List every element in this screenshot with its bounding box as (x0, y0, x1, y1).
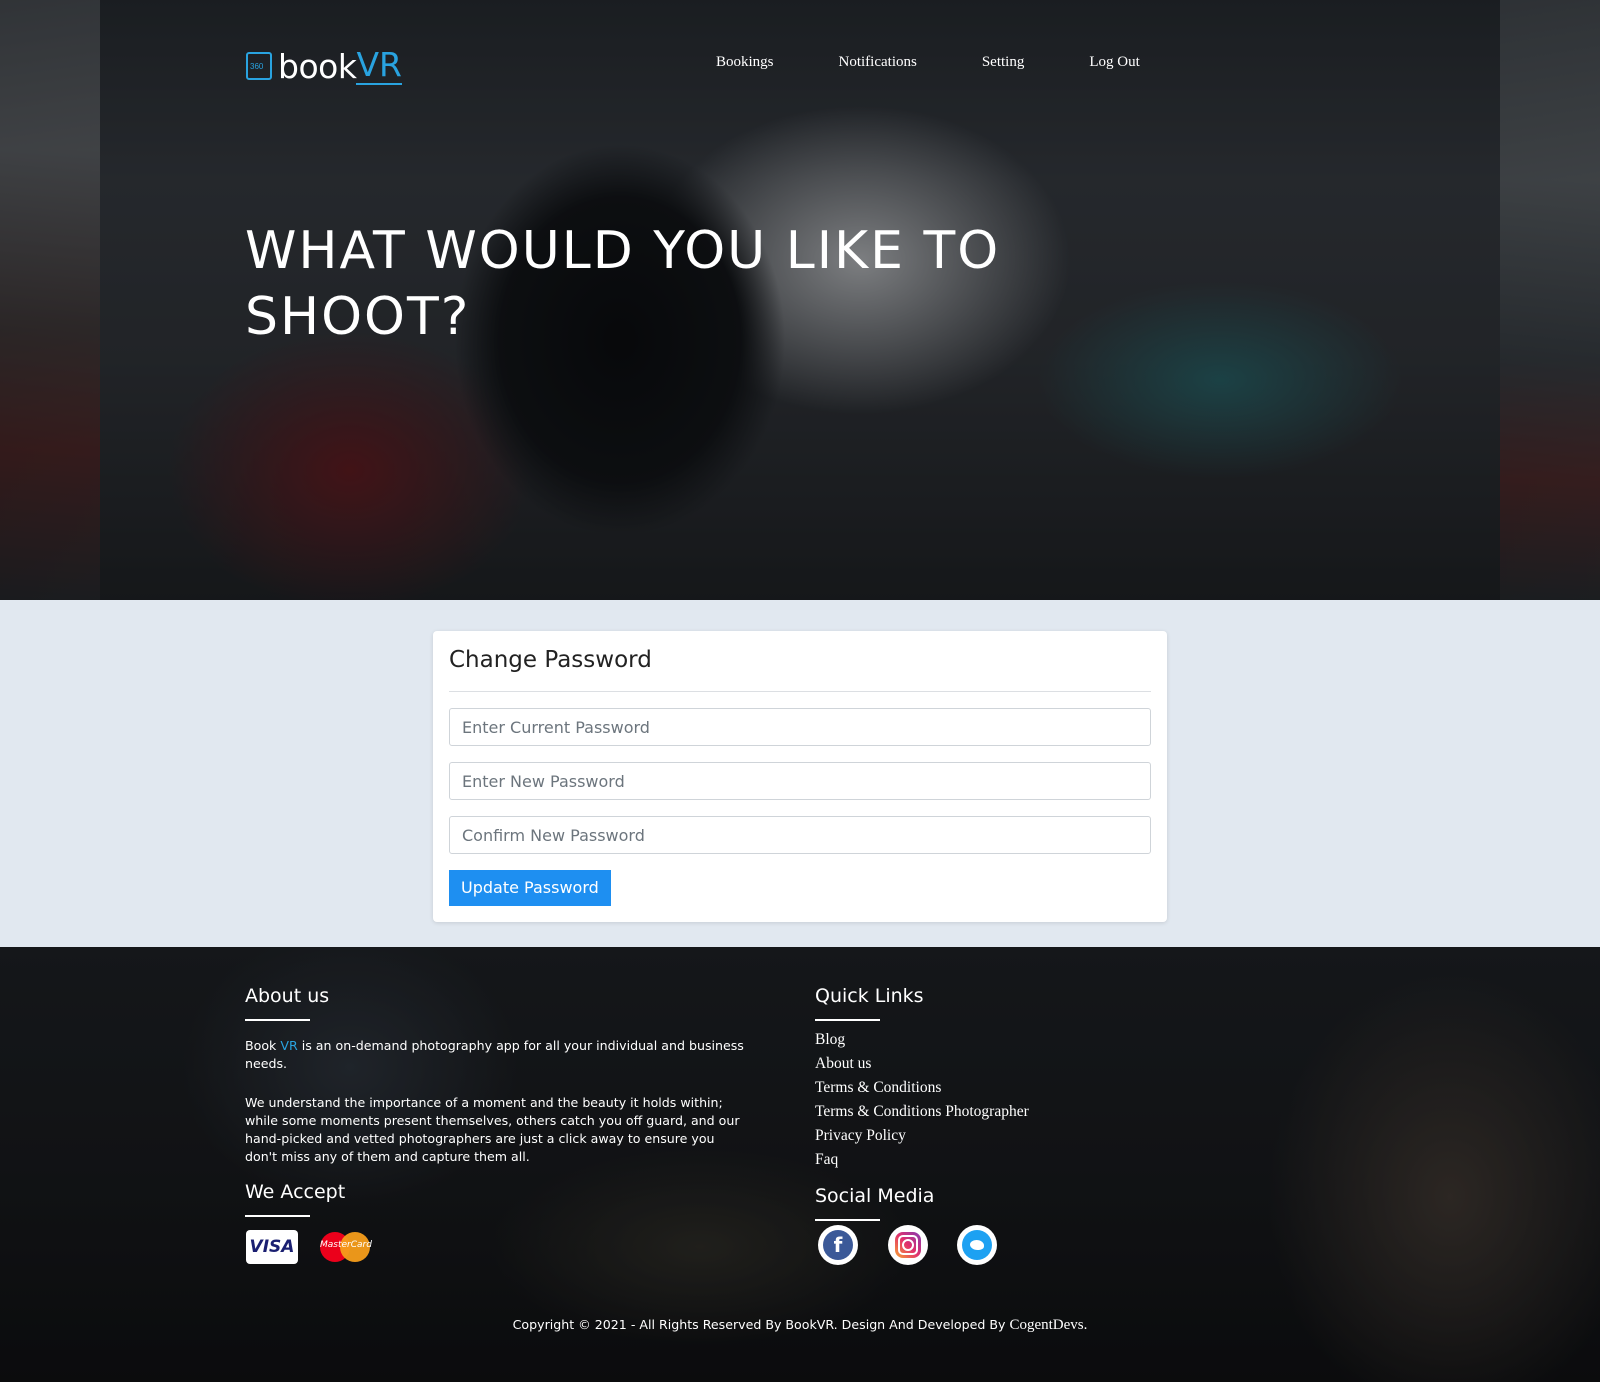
update-password-button[interactable]: Update Password (449, 870, 611, 906)
quick-links-list: Blog About us Terms & Conditions Terms &… (815, 1028, 1029, 1172)
visa-icon: VISA (246, 1230, 298, 1264)
link-blog[interactable]: Blog (815, 1028, 1029, 1052)
brand-name: book (278, 46, 357, 86)
about-text-1: Book VR is an on-demand photography app … (245, 1037, 750, 1073)
about-text-accent: VR (280, 1038, 298, 1053)
about-text-suffix: is an on-demand photography app for all … (245, 1038, 744, 1071)
nav-notifications[interactable]: Notifications (839, 54, 917, 71)
card-title: Change Password (449, 631, 1151, 692)
link-about-us[interactable]: About us (815, 1052, 1029, 1076)
vr-360-icon (246, 52, 272, 80)
brand-name-accent: VR (356, 45, 402, 85)
twitter-icon (962, 1230, 992, 1260)
brand-logo[interactable]: book VR (246, 46, 402, 86)
instagram-link[interactable] (888, 1225, 928, 1265)
mastercard-icon: MasterCard (318, 1230, 372, 1264)
nav-bookings[interactable]: Bookings (716, 54, 774, 71)
quick-links-heading: Quick Links (815, 985, 924, 1021)
nav-setting[interactable]: Setting (982, 54, 1025, 71)
twitter-link[interactable] (957, 1225, 997, 1265)
facebook-icon: f (823, 1230, 853, 1260)
new-password-input[interactable] (449, 762, 1151, 800)
hero-title-line2: SHOOT? (245, 287, 471, 347)
link-terms-photographer[interactable]: Terms & Conditions Photographer (815, 1100, 1029, 1124)
link-faq[interactable]: Faq (815, 1148, 1029, 1172)
change-password-card: Change Password Update Password (433, 631, 1167, 922)
social-media-heading: Social Media (815, 1185, 935, 1221)
mastercard-label: MasterCard (320, 1240, 372, 1250)
nav-logout[interactable]: Log Out (1089, 54, 1139, 71)
link-terms[interactable]: Terms & Conditions (815, 1076, 1029, 1100)
confirm-password-input[interactable] (449, 816, 1151, 854)
about-text-2: We understand the importance of a moment… (245, 1095, 740, 1164)
instagram-icon (895, 1232, 921, 1258)
copyright-company: CogentDevs. (1009, 1317, 1088, 1333)
copyright: Copyright © 2021 - All Rights Reserved B… (0, 1317, 1600, 1334)
main-nav: Bookings Notifications Setting Log Out (716, 54, 1205, 71)
copyright-text: Copyright © 2021 - All Rights Reserved B… (512, 1317, 1010, 1332)
facebook-link[interactable]: f (818, 1225, 858, 1265)
hero-title-line1: WHAT WOULD YOU LIKE TO (245, 221, 1001, 281)
about-heading: About us (245, 985, 330, 1021)
we-accept-heading: We Accept (245, 1181, 346, 1217)
about-text-prefix: Book (245, 1038, 281, 1053)
hero-title: WHAT WOULD YOU LIKE TO SHOOT? (245, 218, 1145, 350)
link-privacy-policy[interactable]: Privacy Policy (815, 1124, 1029, 1148)
current-password-input[interactable] (449, 708, 1151, 746)
